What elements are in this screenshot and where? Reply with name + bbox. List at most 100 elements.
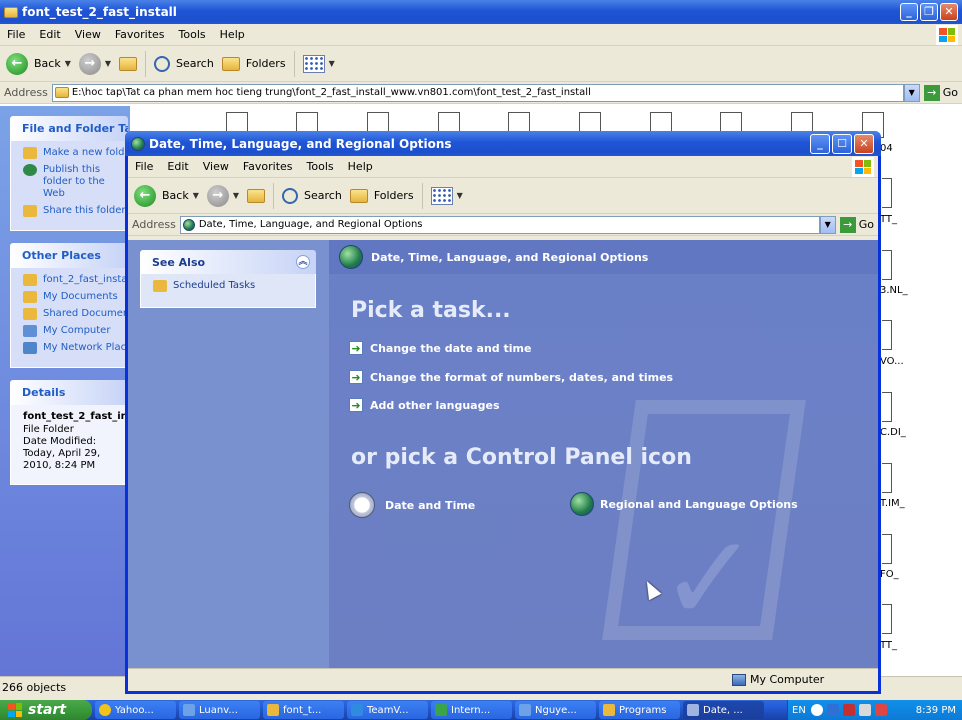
minimize-button[interactable]: _ — [900, 3, 918, 21]
taskbar-button-font[interactable]: font_t... — [263, 701, 344, 719]
taskbar-button-nguyen[interactable]: Nguye... — [515, 701, 596, 719]
taskbar-button-teamviewer[interactable]: TeamV... — [347, 701, 428, 719]
taskbar-button-date[interactable]: Date, ... — [683, 701, 764, 719]
views-icon — [430, 186, 453, 205]
back-arrow-icon: ← — [134, 184, 156, 207]
dialog-titlebar[interactable]: Date, Time, Language, and Regional Optio… — [125, 131, 881, 156]
taskbar-button-yahoo[interactable]: Yahoo... — [95, 701, 176, 719]
file-icon[interactable] — [882, 250, 892, 280]
dialog-task-pane: See Also ︽ Scheduled Tasks — [128, 240, 329, 668]
forward-button[interactable]: → ▼ — [206, 184, 239, 207]
file-label[interactable]: 3.NL_ — [880, 285, 908, 296]
file-label[interactable]: FO_ — [880, 569, 899, 580]
file-icon[interactable] — [882, 534, 892, 564]
dropdown-arrow-icon[interactable]: ▼ — [105, 59, 111, 68]
maximize-button[interactable]: ☐ — [832, 134, 852, 154]
category-header: Date, Time, Language, and Regional Optio… — [329, 240, 878, 274]
folders-button[interactable]: Folders — [221, 56, 286, 71]
address-input[interactable]: Date, Time, Language, and Regional Optio… — [179, 215, 820, 234]
tray-icon[interactable] — [826, 704, 839, 716]
task-publish-web[interactable]: Publish this folder to the Web — [23, 164, 127, 200]
views-button[interactable]: ▼ — [302, 54, 335, 73]
folder-icon — [54, 87, 69, 98]
restore-button[interactable]: ❐ — [920, 3, 938, 21]
collapse-chevron-icon[interactable]: ︽ — [296, 255, 310, 269]
menu-edit[interactable]: Edit — [160, 160, 195, 173]
address-dropdown[interactable]: ▼ — [819, 215, 836, 234]
status-location: My Computer — [750, 673, 825, 686]
system-tray: EN 8:39 PM — [787, 700, 962, 720]
task-arrow-icon: ➜ — [349, 341, 363, 355]
task-share-folder[interactable]: Share this folder — [23, 205, 127, 217]
search-button[interactable]: Search — [282, 187, 342, 204]
place-shared-documents[interactable]: Shared Documents — [23, 308, 127, 320]
menu-help[interactable]: Help — [213, 28, 252, 41]
task-change-format[interactable]: ➜ Change the format of numbers, dates, an… — [349, 370, 673, 384]
search-button[interactable]: Search — [154, 55, 214, 72]
file-label[interactable]: T.IM_ — [880, 498, 905, 509]
menu-tools[interactable]: Tools — [300, 160, 341, 173]
tray-icon[interactable] — [810, 704, 823, 716]
close-button[interactable]: ✕ — [940, 3, 958, 21]
folders-button[interactable]: Folders — [349, 188, 414, 203]
place-font-folder[interactable]: font_2_fast_install — [23, 274, 127, 286]
menu-file[interactable]: File — [0, 28, 32, 41]
language-indicator[interactable]: EN — [792, 705, 806, 716]
file-label[interactable]: VO... — [880, 356, 904, 367]
place-my-computer[interactable]: My Computer — [23, 325, 127, 337]
file-icon[interactable] — [882, 178, 892, 208]
back-button[interactable]: ← Back ▼ — [6, 52, 71, 75]
file-icon[interactable] — [882, 604, 892, 634]
place-my-documents[interactable]: My Documents — [23, 291, 127, 303]
menu-file[interactable]: File — [128, 160, 160, 173]
taskbar-clock[interactable]: 8:39 PM — [916, 705, 956, 716]
panel-title[interactable]: Details — [10, 380, 128, 405]
taskbar-button-programs[interactable]: Programs — [599, 701, 680, 719]
up-folder-button[interactable] — [119, 56, 138, 71]
file-icon[interactable] — [882, 320, 892, 350]
tray-icon[interactable] — [874, 704, 887, 716]
go-button[interactable]: → Go — [839, 216, 874, 233]
dropdown-arrow-icon[interactable]: ▼ — [193, 191, 199, 200]
up-folder-button[interactable] — [247, 188, 266, 203]
menu-view[interactable]: View — [196, 160, 236, 173]
tray-icon[interactable] — [842, 704, 855, 716]
file-icon[interactable] — [882, 463, 892, 493]
task-new-folder[interactable]: Make a new folder — [23, 147, 127, 159]
taskbar-button-internet[interactable]: Intern... — [431, 701, 512, 719]
start-button[interactable]: start — [0, 700, 92, 720]
menu-help[interactable]: Help — [341, 160, 380, 173]
address-dropdown[interactable]: ▼ — [903, 83, 920, 102]
file-label[interactable]: TT_ — [880, 214, 897, 225]
tray-icon[interactable] — [858, 704, 871, 716]
date-and-time-icon-link[interactable]: Date and Time — [349, 492, 475, 518]
menu-favorites[interactable]: Favorites — [236, 160, 300, 173]
forward-button[interactable]: → ▼ — [78, 52, 111, 75]
menu-tools[interactable]: Tools — [172, 28, 213, 41]
file-icon[interactable] — [882, 392, 892, 422]
place-my-network[interactable]: My Network Places — [23, 342, 127, 354]
regional-language-icon-link[interactable]: Regional and Language Options — [570, 492, 798, 516]
go-button[interactable]: → Go — [923, 84, 958, 101]
menu-edit[interactable]: Edit — [32, 28, 67, 41]
search-icon — [154, 55, 171, 72]
views-button[interactable]: ▼ — [430, 186, 463, 205]
file-label[interactable]: 04 — [880, 143, 893, 154]
address-input[interactable]: E:\hoc tap\Tat ca phan mem hoc tieng tru… — [51, 83, 904, 102]
minimize-button[interactable]: _ — [810, 134, 830, 154]
file-label[interactable]: C.DI_ — [880, 427, 906, 438]
menu-favorites[interactable]: Favorites — [108, 28, 172, 41]
dropdown-arrow-icon[interactable]: ▼ — [65, 59, 71, 68]
panel-title[interactable]: File and Folder Tasks — [10, 116, 128, 141]
explorer-titlebar[interactable]: font_test_2_fast_install _ ❐ ✕ — [0, 0, 962, 24]
panel-title[interactable]: Other Places — [10, 243, 128, 268]
taskbar-button-luanv[interactable]: Luanv... — [179, 701, 260, 719]
file-label[interactable]: TT_ — [880, 640, 897, 651]
task-change-date-time[interactable]: ➜ Change the date and time — [349, 341, 531, 355]
menu-view[interactable]: View — [68, 28, 108, 41]
back-button[interactable]: ← Back ▼ — [134, 184, 199, 207]
close-button[interactable]: ✕ — [854, 134, 874, 154]
see-also-scheduled-tasks[interactable]: Scheduled Tasks — [153, 280, 315, 292]
task-add-languages[interactable]: ➜ Add other languages — [349, 398, 500, 412]
dropdown-arrow-icon[interactable]: ▼ — [233, 191, 239, 200]
